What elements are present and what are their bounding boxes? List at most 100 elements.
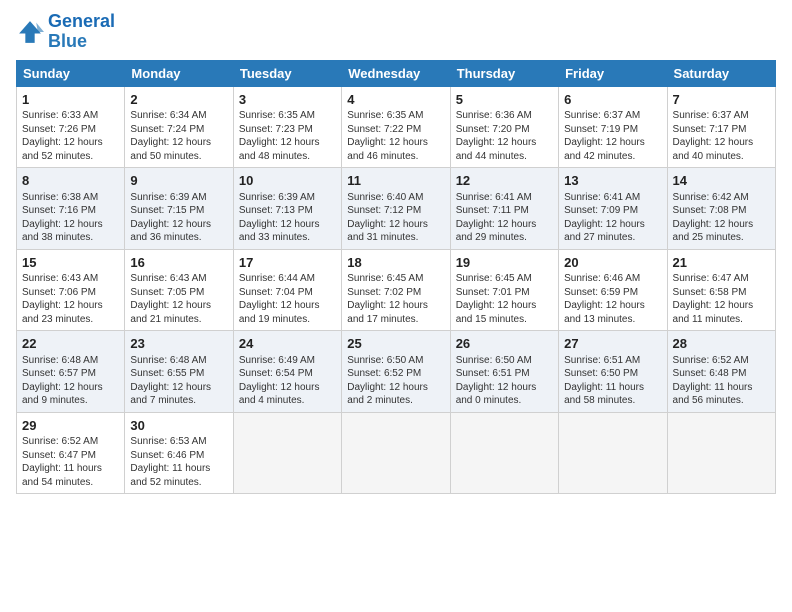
sunset-label: Sunset: 7:02 PM (347, 287, 421, 298)
daylight-label: Daylight: 12 hours and 25 minutes. (673, 219, 754, 244)
daylight-label: Daylight: 11 hours and 54 minutes. (22, 463, 102, 488)
daylight-label: Daylight: 12 hours and 23 minutes. (22, 300, 103, 325)
sunrise-label: Sunrise: 6:47 AM (673, 273, 749, 284)
sunrise-label: Sunrise: 6:38 AM (22, 192, 98, 203)
sunset-label: Sunset: 6:48 PM (673, 368, 747, 379)
sunrise-label: Sunrise: 6:39 AM (130, 192, 206, 203)
sunset-label: Sunset: 7:05 PM (130, 287, 204, 298)
day-number: 5 (456, 91, 553, 109)
daylight-label: Daylight: 12 hours and 21 minutes. (130, 300, 211, 325)
calendar-cell: 1Sunrise: 6:33 AMSunset: 7:26 PMDaylight… (17, 86, 125, 168)
sunset-label: Sunset: 7:22 PM (347, 124, 421, 135)
daylight-label: Daylight: 11 hours and 52 minutes. (130, 463, 210, 488)
sunrise-label: Sunrise: 6:50 AM (347, 355, 423, 366)
calendar-cell: 5Sunrise: 6:36 AMSunset: 7:20 PMDaylight… (450, 86, 558, 168)
weekday-header-row: SundayMondayTuesdayWednesdayThursdayFrid… (17, 60, 776, 86)
calendar-cell: 6Sunrise: 6:37 AMSunset: 7:19 PMDaylight… (559, 86, 667, 168)
calendar-cell: 25Sunrise: 6:50 AMSunset: 6:52 PMDayligh… (342, 331, 450, 413)
sunrise-label: Sunrise: 6:45 AM (456, 273, 532, 284)
calendar-cell: 27Sunrise: 6:51 AMSunset: 6:50 PMDayligh… (559, 331, 667, 413)
daylight-label: Daylight: 12 hours and 2 minutes. (347, 382, 428, 407)
day-number: 30 (130, 417, 227, 435)
weekday-header-saturday: Saturday (667, 60, 775, 86)
day-number: 11 (347, 172, 444, 190)
sunrise-label: Sunrise: 6:34 AM (130, 110, 206, 121)
daylight-label: Daylight: 12 hours and 7 minutes. (130, 382, 211, 407)
sunrise-label: Sunrise: 6:35 AM (347, 110, 423, 121)
calendar-cell: 15Sunrise: 6:43 AMSunset: 7:06 PMDayligh… (17, 249, 125, 331)
day-number: 24 (239, 335, 336, 353)
sunrise-label: Sunrise: 6:43 AM (22, 273, 98, 284)
sunrise-label: Sunrise: 6:36 AM (456, 110, 532, 121)
daylight-label: Daylight: 12 hours and 19 minutes. (239, 300, 320, 325)
calendar-week-4: 22Sunrise: 6:48 AMSunset: 6:57 PMDayligh… (17, 331, 776, 413)
sunset-label: Sunset: 7:04 PM (239, 287, 313, 298)
calendar-cell: 11Sunrise: 6:40 AMSunset: 7:12 PMDayligh… (342, 168, 450, 250)
sunrise-label: Sunrise: 6:52 AM (22, 436, 98, 447)
sunset-label: Sunset: 6:51 PM (456, 368, 530, 379)
day-number: 7 (673, 91, 770, 109)
calendar-cell: 17Sunrise: 6:44 AMSunset: 7:04 PMDayligh… (233, 249, 341, 331)
sunset-label: Sunset: 6:52 PM (347, 368, 421, 379)
daylight-label: Daylight: 12 hours and 29 minutes. (456, 219, 537, 244)
sunrise-label: Sunrise: 6:40 AM (347, 192, 423, 203)
calendar-cell: 14Sunrise: 6:42 AMSunset: 7:08 PMDayligh… (667, 168, 775, 250)
sunset-label: Sunset: 6:46 PM (130, 450, 204, 461)
daylight-label: Daylight: 12 hours and 15 minutes. (456, 300, 537, 325)
daylight-label: Daylight: 12 hours and 48 minutes. (239, 137, 320, 162)
sunrise-label: Sunrise: 6:44 AM (239, 273, 315, 284)
sunset-label: Sunset: 7:08 PM (673, 205, 747, 216)
calendar-cell (342, 412, 450, 494)
calendar-cell: 4Sunrise: 6:35 AMSunset: 7:22 PMDaylight… (342, 86, 450, 168)
header: General Blue (16, 12, 776, 52)
daylight-label: Daylight: 12 hours and 0 minutes. (456, 382, 537, 407)
weekday-header-friday: Friday (559, 60, 667, 86)
day-number: 18 (347, 254, 444, 272)
calendar-cell: 9Sunrise: 6:39 AMSunset: 7:15 PMDaylight… (125, 168, 233, 250)
sunset-label: Sunset: 7:23 PM (239, 124, 313, 135)
sunrise-label: Sunrise: 6:48 AM (22, 355, 98, 366)
sunrise-label: Sunrise: 6:46 AM (564, 273, 640, 284)
daylight-label: Daylight: 12 hours and 42 minutes. (564, 137, 645, 162)
sunrise-label: Sunrise: 6:39 AM (239, 192, 315, 203)
sunrise-label: Sunrise: 6:51 AM (564, 355, 640, 366)
day-number: 12 (456, 172, 553, 190)
weekday-header-wednesday: Wednesday (342, 60, 450, 86)
daylight-label: Daylight: 12 hours and 4 minutes. (239, 382, 320, 407)
sunset-label: Sunset: 6:54 PM (239, 368, 313, 379)
calendar-week-5: 29Sunrise: 6:52 AMSunset: 6:47 PMDayligh… (17, 412, 776, 494)
calendar-cell: 13Sunrise: 6:41 AMSunset: 7:09 PMDayligh… (559, 168, 667, 250)
day-number: 19 (456, 254, 553, 272)
calendar-cell: 3Sunrise: 6:35 AMSunset: 7:23 PMDaylight… (233, 86, 341, 168)
weekday-header-sunday: Sunday (17, 60, 125, 86)
sunrise-label: Sunrise: 6:53 AM (130, 436, 206, 447)
day-number: 8 (22, 172, 119, 190)
calendar-cell (233, 412, 341, 494)
day-number: 10 (239, 172, 336, 190)
sunset-label: Sunset: 7:15 PM (130, 205, 204, 216)
day-number: 21 (673, 254, 770, 272)
calendar-cell (667, 412, 775, 494)
calendar-cell (559, 412, 667, 494)
sunrise-label: Sunrise: 6:48 AM (130, 355, 206, 366)
sunset-label: Sunset: 7:09 PM (564, 205, 638, 216)
sunset-label: Sunset: 7:19 PM (564, 124, 638, 135)
logo-icon (16, 18, 44, 46)
sunset-label: Sunset: 6:50 PM (564, 368, 638, 379)
sunset-label: Sunset: 7:26 PM (22, 124, 96, 135)
calendar-cell: 21Sunrise: 6:47 AMSunset: 6:58 PMDayligh… (667, 249, 775, 331)
calendar-cell: 29Sunrise: 6:52 AMSunset: 6:47 PMDayligh… (17, 412, 125, 494)
calendar-cell: 8Sunrise: 6:38 AMSunset: 7:16 PMDaylight… (17, 168, 125, 250)
day-number: 14 (673, 172, 770, 190)
day-number: 2 (130, 91, 227, 109)
sunset-label: Sunset: 6:55 PM (130, 368, 204, 379)
calendar-cell: 28Sunrise: 6:52 AMSunset: 6:48 PMDayligh… (667, 331, 775, 413)
calendar-cell: 12Sunrise: 6:41 AMSunset: 7:11 PMDayligh… (450, 168, 558, 250)
sunrise-label: Sunrise: 6:35 AM (239, 110, 315, 121)
sunrise-label: Sunrise: 6:33 AM (22, 110, 98, 121)
calendar-cell: 24Sunrise: 6:49 AMSunset: 6:54 PMDayligh… (233, 331, 341, 413)
day-number: 29 (22, 417, 119, 435)
daylight-label: Daylight: 12 hours and 38 minutes. (22, 219, 103, 244)
daylight-label: Daylight: 12 hours and 27 minutes. (564, 219, 645, 244)
daylight-label: Daylight: 12 hours and 50 minutes. (130, 137, 211, 162)
